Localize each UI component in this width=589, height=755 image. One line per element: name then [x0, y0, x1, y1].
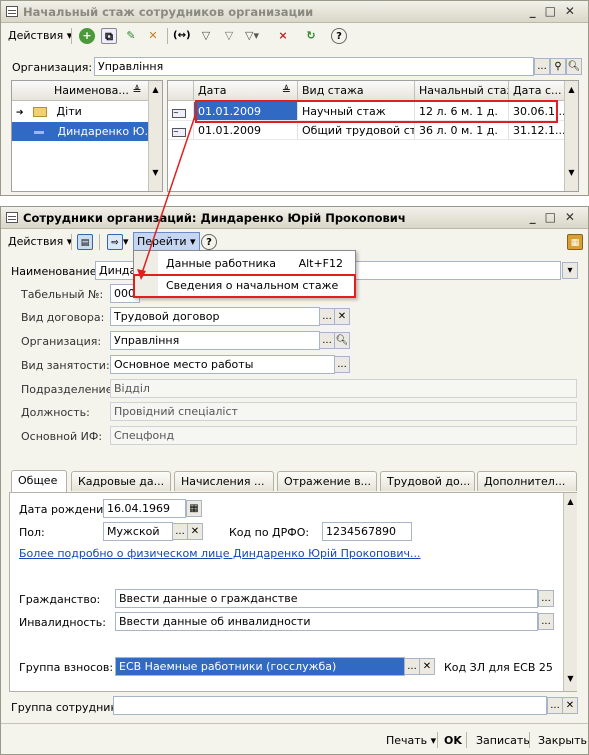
annotation-arrow-line	[140, 112, 197, 277]
annotation-arrow-head	[137, 269, 146, 280]
annotation-arrow	[137, 112, 197, 280]
